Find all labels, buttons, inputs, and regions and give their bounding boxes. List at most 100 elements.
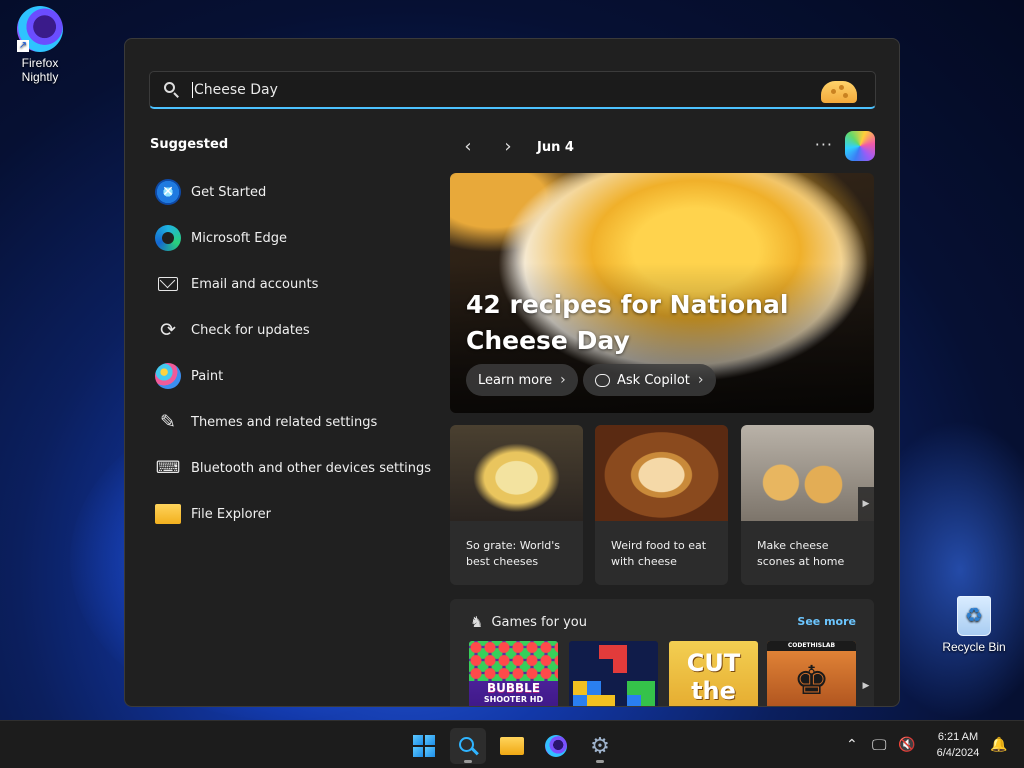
suggested-item-label: Bluetooth and other devices settings: [191, 460, 432, 476]
game-tile-bubble-shooter[interactable]: BUBBLE SHOOTER HD: [469, 641, 558, 706]
firefox-nightly-icon: ↗: [17, 6, 63, 52]
paint-icon: [155, 363, 181, 389]
search-icon: [164, 81, 180, 98]
suggested-item-check-updates[interactable]: ⟳ Check for updates: [155, 307, 435, 353]
card-weird-food-cheese[interactable]: Weird food to eat with cheese: [595, 425, 728, 585]
suggested-item-paint[interactable]: Paint: [155, 353, 435, 399]
chat-bubble-icon: [595, 373, 610, 387]
games-section: ♞ Games for you See more BUBBLE SHOOTER …: [450, 599, 874, 706]
active-indicator: [464, 760, 472, 763]
highlights-date: Jun 4: [537, 139, 574, 155]
ask-copilot-button[interactable]: Ask Copilot ›: [583, 364, 716, 396]
desktop-icon-label: Nightly: [21, 70, 59, 84]
taskbar-settings[interactable]: ⚙: [582, 728, 618, 764]
highlight-cards: So grate: World's best cheeses Weird foo…: [450, 425, 874, 585]
ask-copilot-label: Ask Copilot: [617, 372, 690, 388]
suggested-item-bluetooth[interactable]: ⌨ Bluetooth and other devices settings: [155, 445, 435, 491]
start-button[interactable]: [406, 728, 442, 764]
suggested-item-label: Check for updates: [191, 322, 310, 338]
see-more-link[interactable]: See more: [797, 615, 856, 628]
chevron-right-icon: ›: [697, 372, 704, 388]
taskbar-file-explorer[interactable]: [494, 728, 530, 764]
card-title: Weird food to eat with cheese: [611, 539, 707, 568]
taskbar-firefox[interactable]: [538, 728, 574, 764]
desktop-icon-label: Firefox: [21, 56, 59, 70]
games-heading: ♞ Games for you: [470, 613, 587, 631]
hero-card[interactable]: 42 recipes for National Cheese Day Learn…: [450, 173, 874, 413]
suggested-item-label: File Explorer: [191, 506, 272, 522]
game-subtitle: SHOOTER HD: [483, 695, 544, 704]
suggested-item-label: Paint: [191, 368, 224, 384]
search-box[interactable]: [149, 71, 876, 109]
suggested-item-label: Themes and related settings: [191, 414, 378, 430]
chevron-right-icon: ›: [560, 372, 566, 388]
clock-time: 6:21 AM: [937, 731, 979, 743]
volume-muted-icon[interactable]: 🔇: [898, 721, 915, 768]
firefox-icon: [545, 735, 567, 757]
edge-icon: [155, 225, 181, 251]
search-panel: Suggested ✕ Get Started Microsoft Edge E…: [124, 38, 900, 707]
game-tile-chess[interactable]: CODETHISLAB ♚: [767, 641, 856, 706]
card-thumbnail: [450, 425, 583, 521]
learn-more-button[interactable]: Learn more ›: [466, 364, 578, 396]
game-title: CODETHISLAB: [767, 641, 856, 651]
file-explorer-icon: [500, 737, 524, 755]
desktop-icon-label: Recycle Bin: [942, 640, 1006, 654]
next-arrow-icon[interactable]: ›: [497, 136, 519, 158]
suggested-item-themes[interactable]: ✎ Themes and related settings: [155, 399, 435, 445]
get-started-icon: ✕: [155, 179, 181, 205]
search-icon: [457, 735, 479, 757]
suggested-item-label: Microsoft Edge: [191, 230, 288, 246]
suggested-item-get-started[interactable]: ✕ Get Started: [155, 169, 435, 215]
suggested-list: ✕ Get Started Microsoft Edge Email and a…: [155, 169, 435, 537]
card-thumbnail: [595, 425, 728, 521]
start-icon: [413, 735, 435, 757]
more-options-icon[interactable]: ···: [815, 135, 833, 155]
chess-king-icon: ♚: [793, 658, 830, 704]
scroll-right-icon[interactable]: ▶: [858, 669, 874, 703]
devices-icon: ⌨: [155, 458, 181, 478]
show-hidden-icons-chevron-icon[interactable]: ⌃: [846, 721, 858, 768]
card-worlds-best-cheeses[interactable]: So grate: World's best cheeses: [450, 425, 583, 585]
search-input[interactable]: [192, 81, 819, 98]
desktop-icon-firefox-nightly[interactable]: ↗ Firefox Nightly: [2, 6, 78, 84]
clock[interactable]: 6:21 AM 6/4/2024: [926, 729, 990, 761]
clock-date: 6/4/2024: [936, 747, 980, 759]
suggested-heading: Suggested: [150, 137, 229, 152]
suggested-item-file-explorer[interactable]: File Explorer: [155, 491, 435, 537]
game-title: BUBBLE: [486, 681, 541, 695]
suggested-item-microsoft-edge[interactable]: Microsoft Edge: [155, 215, 435, 261]
desktop-icon-recycle-bin[interactable]: ♻ Recycle Bin: [936, 596, 1012, 654]
taskbar-search-button[interactable]: [450, 728, 486, 764]
suggested-item-label: Get Started: [191, 184, 267, 200]
games-title: Games for you: [491, 614, 587, 630]
suggested-item-email-accounts[interactable]: Email and accounts: [155, 261, 435, 307]
scroll-right-icon[interactable]: ▶: [858, 487, 874, 521]
shortcut-arrow-icon: ↗: [17, 40, 29, 52]
mail-icon: [158, 277, 178, 291]
running-indicator: [596, 760, 604, 763]
card-thumbnail: [741, 425, 874, 521]
recycle-bin-icon: ♻: [957, 596, 991, 636]
game-tile-blocks[interactable]: [569, 641, 658, 706]
card-cheese-scones[interactable]: Make cheese scones at home ▶: [741, 425, 874, 585]
taskbar: ⚙ ⌃ 🖵 🔇 6:21 AM 6/4/2024 🔔: [0, 720, 1024, 768]
bubble-pattern: [469, 641, 558, 681]
hero-title: 42 recipes for National Cheese Day: [466, 290, 789, 355]
refresh-icon: ⟳: [160, 319, 176, 341]
brush-icon: ✎: [160, 411, 176, 433]
game-tile-cut-the-rope[interactable]: CUT the ROPE: [669, 641, 758, 706]
game-title: CUT the ROPE: [677, 649, 750, 706]
highlights-header: ‹ › Jun 4 ···: [457, 131, 877, 161]
copilot-icon[interactable]: [845, 131, 875, 161]
learn-more-label: Learn more: [478, 372, 553, 388]
folder-icon: [155, 504, 181, 524]
chess-piece-icon: ♞: [470, 613, 484, 631]
cheese-icon[interactable]: [819, 77, 859, 103]
settings-icon: ⚙: [590, 733, 610, 759]
notification-bell-icon[interactable]: 🔔: [990, 721, 1007, 768]
suggested-item-label: Email and accounts: [191, 276, 319, 292]
network-icon[interactable]: 🖵: [872, 721, 886, 768]
previous-arrow-icon[interactable]: ‹: [457, 136, 479, 158]
card-title: Make cheese scones at home: [757, 539, 845, 568]
